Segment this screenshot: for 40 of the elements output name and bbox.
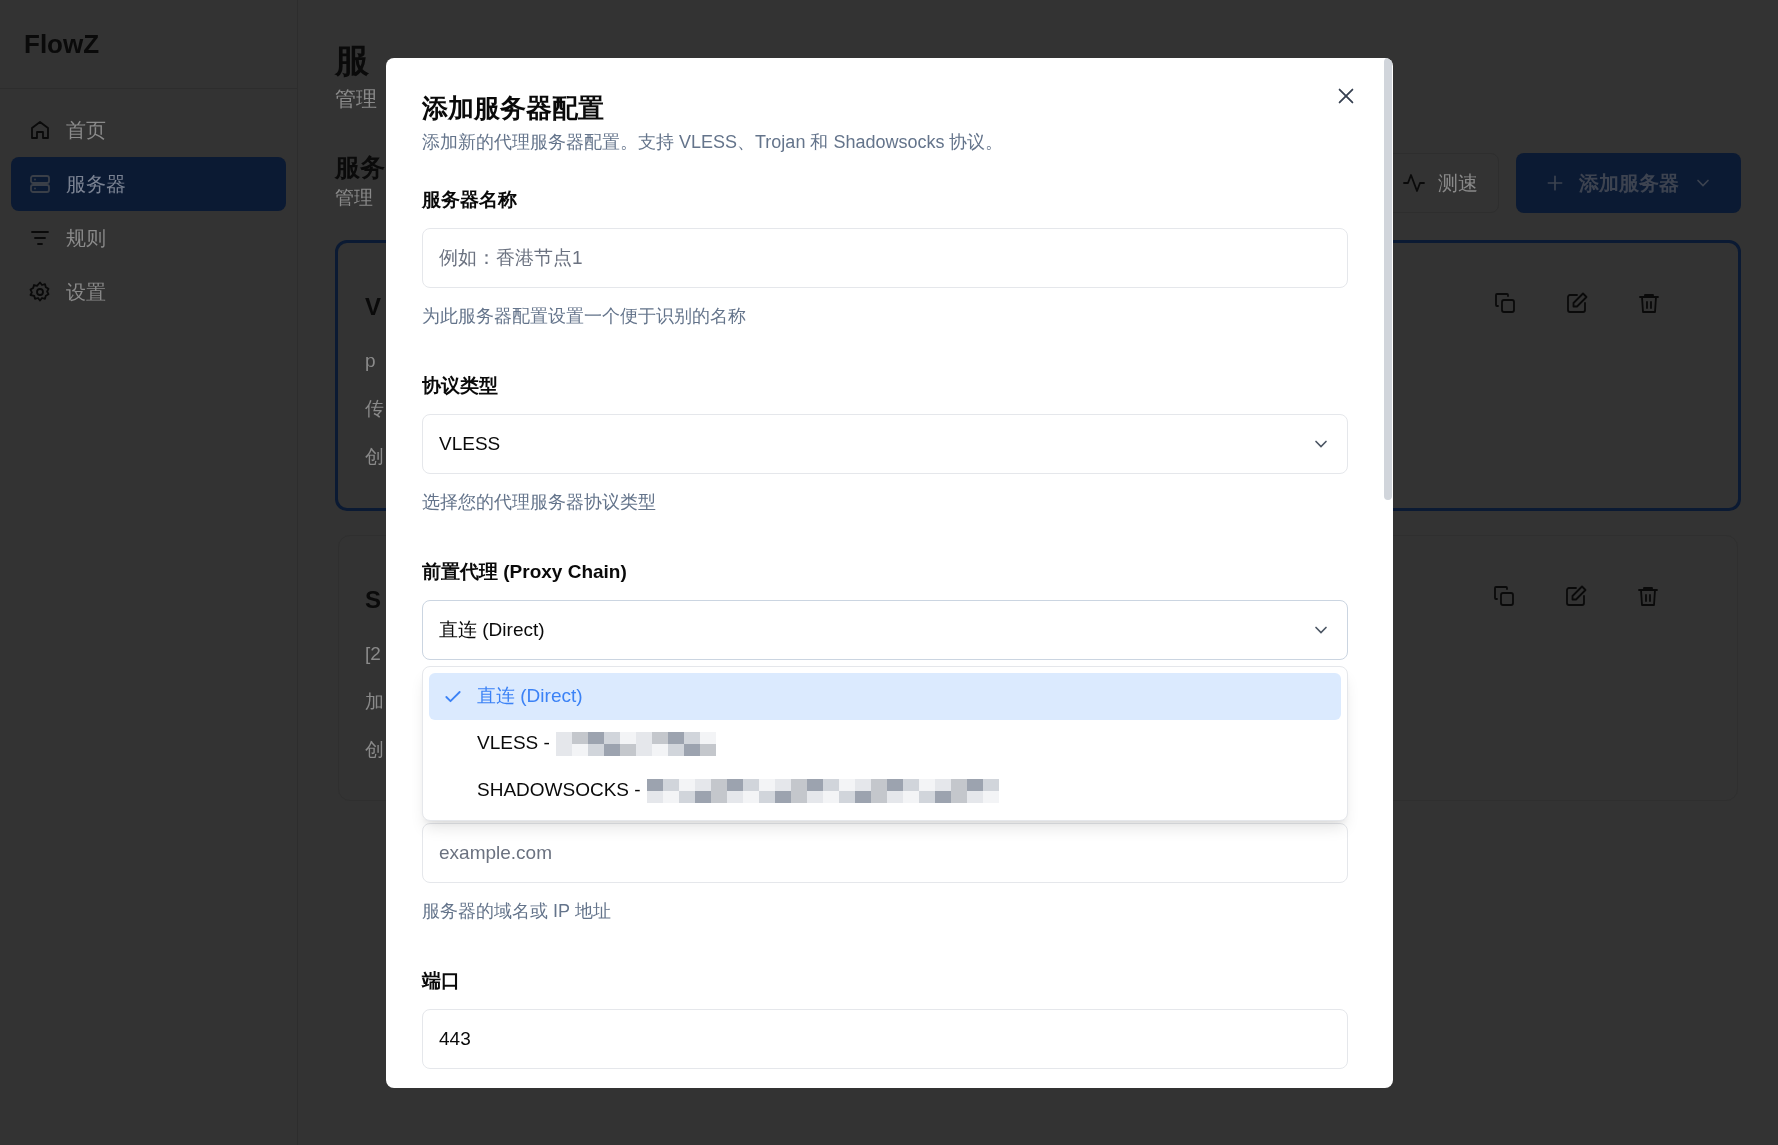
dialog-title: 添加服务器配置 — [422, 92, 604, 125]
input-field[interactable]: 443 — [422, 1009, 1348, 1069]
scrollbar-thumb[interactable] — [1384, 58, 1392, 500]
settings-icon — [28, 280, 52, 304]
edit-icon[interactable] — [1564, 584, 1588, 608]
dropdown-option[interactable]: VLESS - — [429, 720, 1341, 767]
help-text: 为此服务器配置设置一个便于识别的名称 — [422, 305, 747, 328]
input-field[interactable]: 例如：香港节点1 — [422, 228, 1348, 288]
field-label: 协议类型 — [422, 374, 499, 398]
card-text: p — [365, 349, 376, 373]
select-field[interactable]: VLESS — [422, 414, 1348, 474]
nav-item[interactable]: 规则 — [11, 211, 286, 265]
field-label: 端口 — [422, 969, 461, 993]
pulse-icon — [1402, 171, 1426, 195]
card-text: 传 — [365, 397, 384, 421]
copy-icon[interactable] — [1493, 291, 1517, 315]
home-icon — [28, 118, 52, 142]
server-icon — [28, 172, 52, 196]
input-field[interactable]: example.com — [422, 823, 1348, 883]
trash-icon[interactable] — [1636, 584, 1660, 608]
dropdown-option[interactable]: SHADOWSOCKS - — [429, 767, 1341, 814]
nav-item[interactable]: 服务器 — [11, 157, 286, 211]
help-text: 选择您的代理服务器协议类型 — [422, 491, 657, 514]
dropdown-option[interactable]: 直连 (Direct) — [429, 673, 1341, 720]
select-field[interactable]: 直连 (Direct) — [422, 600, 1348, 660]
card-text: 创 — [365, 445, 384, 469]
help-text: 服务器的域名或 IP 地址 — [422, 900, 612, 923]
dialog-description: 添加新的代理服务器配置。支持 VLESS、Trojan 和 Shadowsocks 协议。 — [422, 131, 1004, 154]
field-label: 前置代理 (Proxy Chain) — [422, 560, 628, 584]
copy-icon[interactable] — [1492, 584, 1516, 608]
nav-item[interactable]: 设置 — [11, 265, 286, 319]
section-subtitle: 管理 — [335, 186, 373, 210]
card-text: 创 — [365, 738, 384, 762]
page-subtitle: 管理 — [335, 86, 377, 112]
field-label: 服务器名称 — [422, 188, 518, 212]
trash-icon[interactable] — [1637, 291, 1661, 315]
nav-item[interactable]: 首页 — [11, 103, 286, 157]
card-text: [2 — [365, 642, 381, 666]
card-text: 加 — [365, 690, 384, 714]
edit-icon[interactable] — [1565, 291, 1589, 315]
